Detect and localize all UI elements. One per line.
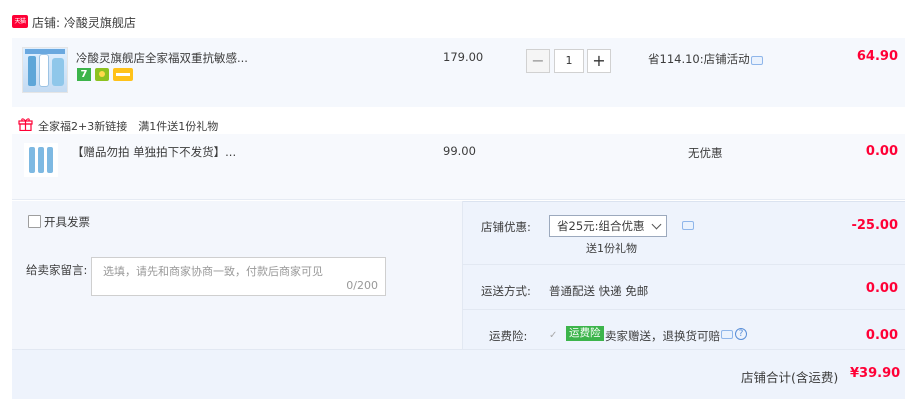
item-promo-1-text: 省114.10:店铺活动	[648, 52, 750, 66]
shop-discount-label: 店铺优惠:	[481, 220, 531, 234]
divider	[463, 309, 905, 310]
discount-gift-note: 送1份礼物	[586, 242, 637, 255]
product-title-2[interactable]: 【赠品勿拍 单独拍下不发货】...	[72, 144, 236, 160]
product-thumbnail-2[interactable]	[24, 143, 58, 177]
decrease-quantity-button[interactable]: −	[526, 49, 550, 73]
section-divider	[462, 201, 463, 349]
tmall-badge: 天猫	[12, 15, 28, 28]
quantity-input[interactable]: 1	[554, 49, 584, 73]
insurance-label: 运费险:	[489, 329, 528, 343]
shop-discount-selected: 省25元:组合优惠	[557, 219, 645, 233]
seller-message-field[interactable]: 选填，请先和商家协商一致，付款后商家可见 0/200	[91, 257, 386, 296]
divider	[463, 264, 905, 265]
help-icon[interactable]: ?	[735, 328, 747, 340]
item-promo-2: 无优惠	[688, 146, 723, 160]
unit-price-1: 179.00	[443, 50, 484, 64]
divider	[12, 349, 905, 350]
product-thumbnail-1[interactable]	[22, 47, 68, 93]
discount-amount: -25.00	[851, 218, 898, 233]
item-total-2: 0.00	[865, 144, 898, 159]
shipping-amount: 0.00	[865, 281, 898, 296]
quantity-stepper: − 1 +	[526, 49, 612, 73]
insurance-chat-icon[interactable]	[721, 330, 733, 339]
discount-chat-icon[interactable]	[682, 221, 694, 230]
shipping-method: 普通配送 快递 免邮	[549, 284, 649, 298]
insurance-check-icon: ✓	[549, 330, 558, 341]
invoice-checkbox[interactable]	[28, 215, 41, 228]
shop-name[interactable]: 店铺: 冷酸灵旗舰店	[32, 14, 136, 31]
shop-total-amount: ¥39.90	[850, 366, 901, 381]
increase-quantity-button[interactable]: +	[587, 49, 611, 73]
shop-total-label: 店铺合计(含运费)	[741, 370, 839, 385]
item-total-1: 64.90	[856, 49, 898, 64]
shop-discount-select[interactable]: 省25元:组合优惠	[549, 215, 667, 237]
chat-icon[interactable]	[751, 56, 763, 65]
item-promo-1: 省114.10:店铺活动	[648, 51, 750, 67]
insurance-badge: 运费险	[566, 326, 604, 341]
message-placeholder: 选填，请先和商家协商一致，付款后商家可见	[103, 265, 323, 278]
service-guarantee-icon	[95, 68, 109, 81]
chevron-down-icon	[651, 219, 662, 230]
gift-promo-label: 全家福2+3新链接 满1件送1份礼物	[38, 120, 219, 133]
seven-day-return-icon: 7	[77, 68, 91, 81]
product-title-1[interactable]: 冷酸灵旗舰店全家福双重抗敏感...	[76, 50, 248, 66]
message-label: 给卖家留言:	[26, 263, 88, 277]
insurance-text: 卖家赠送，退换货可赔	[605, 329, 720, 343]
shipping-label: 运送方式:	[481, 284, 531, 298]
unit-price-2: 99.00	[443, 144, 476, 158]
item-row-1	[12, 38, 905, 107]
message-char-count: 0/200	[346, 279, 378, 292]
invoice-label[interactable]: 开具发票	[44, 214, 90, 230]
credit-card-icon	[113, 68, 133, 81]
gift-icon	[18, 118, 33, 131]
insurance-amount: 0.00	[865, 328, 898, 343]
